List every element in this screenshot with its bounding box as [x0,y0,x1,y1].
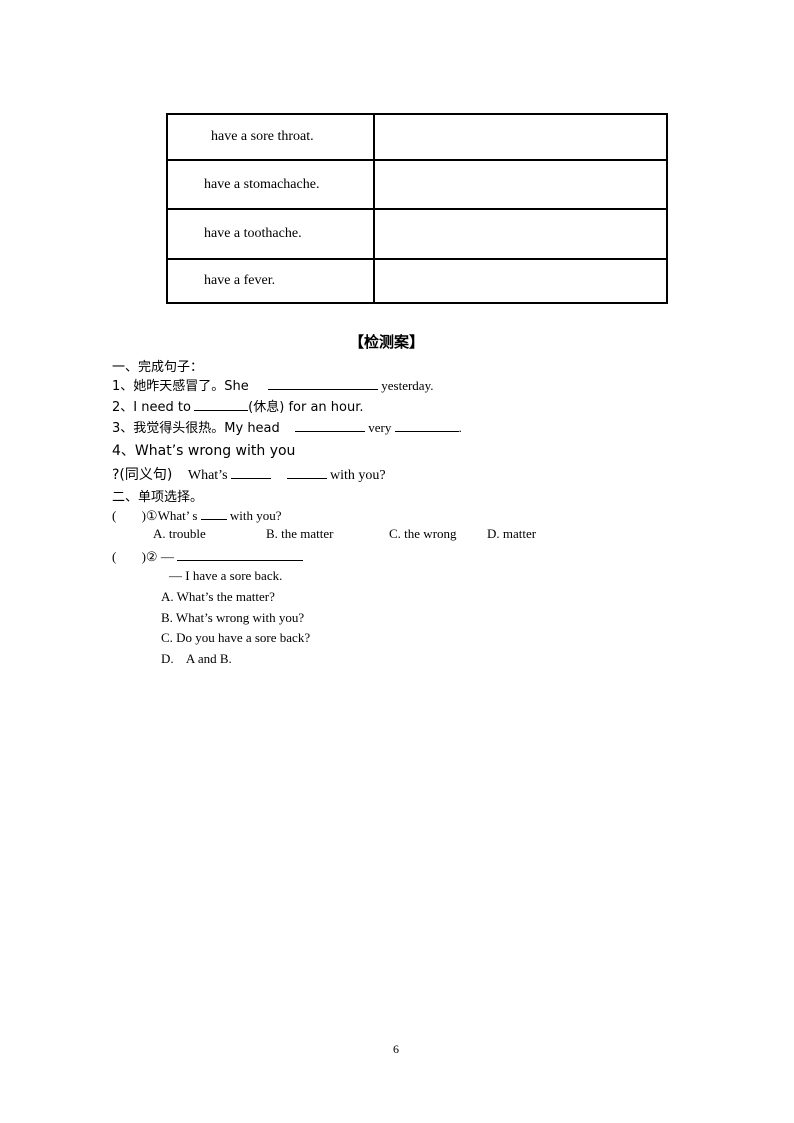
cq1-option-a: A. trouble [153,526,206,541]
q2-prefix: 2、I need to [112,400,191,415]
table-cell-symptom: have a sore throat. [166,113,375,161]
table-cell-blank[interactable] [373,159,668,210]
cq2-option-a: A. What’s the matter? [161,589,275,604]
q1-suffix: yesterday. [381,378,434,393]
q3-prefix: 3、我觉得头很热。My head [112,421,280,436]
q3-middle: very [368,420,392,435]
q4-word: What’s [187,468,228,483]
cq2-option-d: D. A and B. [161,651,232,666]
part2-heading: 二、单项选择。 [112,490,204,505]
question-2: 2、I need to (休息) for an hour. [112,396,364,415]
cq1-stem: )①What’ s [141,508,198,523]
table-cell-blank[interactable] [373,208,668,260]
table-cell-blank[interactable] [373,113,668,161]
table-row: have a fever. [166,258,668,304]
section-title: 【检测案】 [349,333,425,351]
cell-text: have a toothache. [204,226,302,241]
q1-prefix: 1、她昨天感冒了。She [112,379,249,394]
cell-text: have a sore throat. [211,129,314,144]
table-cell-symptom: have a fever. [166,258,375,304]
choice-question-1: ( )①What’ s with you? [112,507,282,524]
cq2-stem: )② — [141,549,174,564]
q4-suffix: with you? [330,468,386,483]
question-1: 1、她昨天感冒了。She yesterday. [112,375,433,394]
table-row: have a toothache. [166,208,668,260]
cq1-suffix: with you? [229,508,282,523]
q2-suffix: (休息) for an hour. [248,400,364,415]
table-row: have a stomachache. [166,159,668,210]
q4-prefix: ?(同义句) [112,467,173,483]
table-cell-symptom: have a toothache. [166,208,375,260]
cq1-option-d: D. matter [487,526,537,541]
table-row: have a sore throat. [166,113,668,161]
cq1-blank[interactable] [200,507,227,520]
q1-blank[interactable] [268,377,379,390]
cq2-reply: — I have a sore back. [169,568,283,583]
q2-blank[interactable] [194,398,249,411]
q4-blank-1[interactable] [231,466,272,479]
q4-blank-2[interactable] [286,466,327,479]
cell-text: have a fever. [204,273,276,288]
question-4: ?(同义句) What’s with you? [112,464,386,484]
cell-text: have a stomachache. [204,176,320,192]
q4-line1: 4、What’s wrong with you [112,443,296,459]
q3-blank-2[interactable] [394,419,459,432]
q3-suffix: . [458,420,462,435]
part1-heading: 一、完成句子： [112,360,204,375]
cq2-option-c: C. Do you have a sore back? [161,630,311,645]
table-cell-blank[interactable] [373,258,668,304]
choice-question-2: ( )② — [112,548,304,565]
q3-blank-1[interactable] [295,419,366,432]
symptom-table: have a sore throat. have a stomachache. … [166,113,668,304]
page-number: 6 [393,1042,399,1056]
cq1-option-b: B. the matter [266,526,334,541]
question-3: 3、我觉得头很热。My head very . [112,417,462,436]
answer-paren-open[interactable]: ( [112,549,116,564]
cq1-option-c: C. the wrong [389,526,457,541]
cq2-blank[interactable] [177,548,304,561]
cq2-option-b: B. What’s wrong with you? [161,610,305,625]
table-cell-symptom: have a stomachache. [166,159,375,210]
answer-paren-open[interactable]: ( [112,508,116,523]
